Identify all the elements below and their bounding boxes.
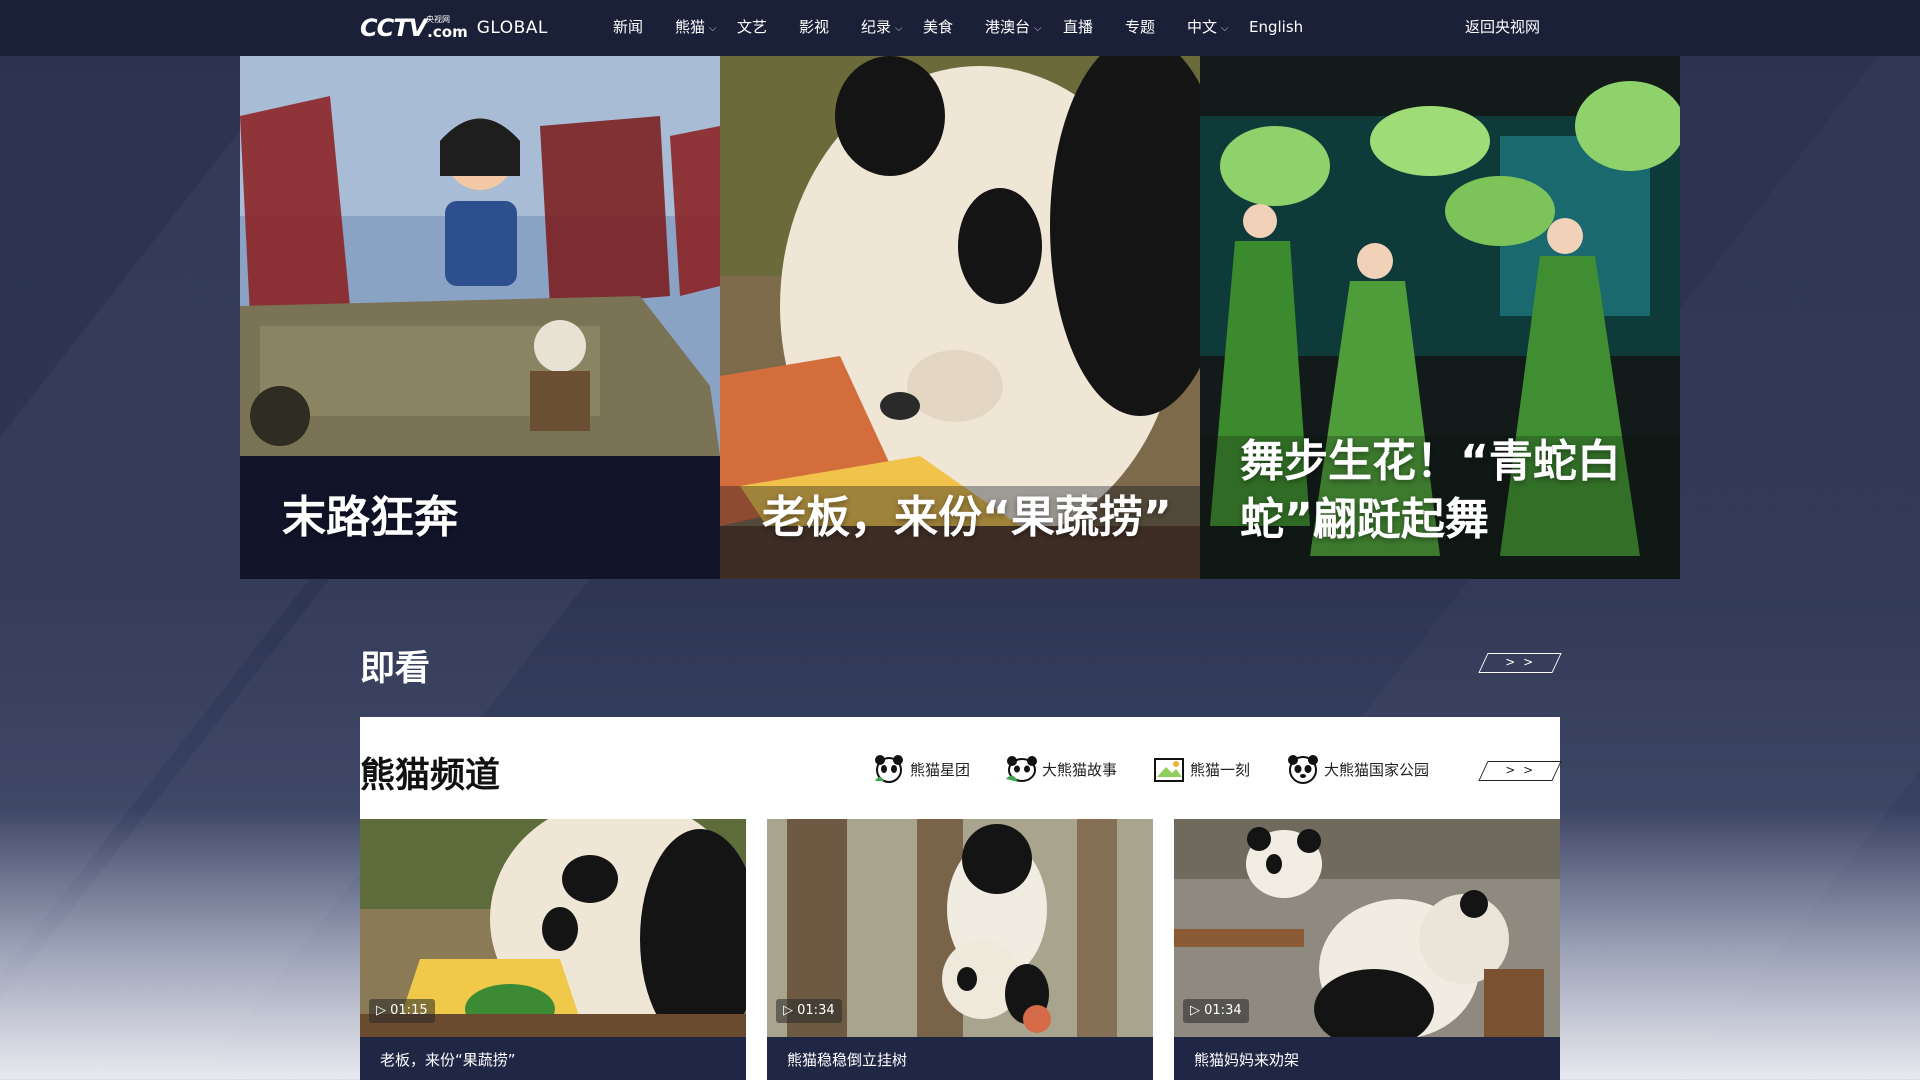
nav-item-hk-macao-taiwan[interactable]: 港澳台 ⌵ xyxy=(985,16,1042,41)
play-icon: ▷ xyxy=(376,1003,386,1018)
subnav-label: 熊猫星团 xyxy=(910,760,971,779)
hero-title: 末路狂奔 xyxy=(282,492,458,543)
nav-item-english[interactable]: English xyxy=(1249,16,1303,38)
nav-item-food[interactable]: 美食 xyxy=(923,16,953,38)
video-card[interactable]: ▷ 01:15 老板，来份“果蔬捞” xyxy=(360,819,746,1080)
logo-global: GLOBAL xyxy=(476,18,548,38)
nav-item-chinese[interactable]: 中文 ⌵ xyxy=(1187,16,1229,41)
subnav-label: 大熊猫故事 xyxy=(1042,760,1118,779)
nav-item-live[interactable]: 直播 xyxy=(1063,16,1093,38)
subnav-label: 大熊猫国家公园 xyxy=(1324,760,1430,779)
nav-item-panda[interactable]: 熊猫 ⌵ xyxy=(675,16,717,41)
video-duration-badge: ▷ 01:34 xyxy=(776,999,842,1023)
play-icon: ▷ xyxy=(1190,1003,1200,1018)
video-duration-badge: ▷ 01:15 xyxy=(369,999,435,1023)
hero-title: 老板，来份“果蔬捞” xyxy=(762,492,1172,543)
logo-com: .com xyxy=(427,23,468,41)
panda-channel-title: 熊猫频道 xyxy=(360,756,501,796)
video-caption: 熊猫妈妈来劝架 xyxy=(1194,1051,1300,1069)
more-label: > > xyxy=(1505,655,1536,669)
panda-subnav-national-park[interactable]: 大熊猫国家公园 xyxy=(1286,753,1429,785)
chevron-down-icon: ⌵ xyxy=(709,23,717,34)
panda-photo-icon xyxy=(1154,758,1184,782)
hero-title: 舞步生花！“青蛇白蛇”翩跹起舞 xyxy=(1240,436,1621,545)
nav-item-topics[interactable]: 专题 xyxy=(1125,16,1155,38)
hero-banner-3[interactable]: 舞步生花！“青蛇白蛇”翩跹起舞 xyxy=(1200,56,1680,579)
cctv-global-logo[interactable]: CCTV .com 央视网 GLOBAL xyxy=(360,8,548,48)
video-card[interactable]: ▷ 01:34 熊猫妈妈来劝架 xyxy=(1174,819,1560,1080)
subnav-label: 熊猫一刻 xyxy=(1190,760,1251,779)
panda-channel-more-button[interactable]: > > xyxy=(1478,761,1562,781)
chevron-down-icon: ⌵ xyxy=(1221,23,1229,34)
video-caption: 熊猫稳稳倒立挂树 xyxy=(787,1051,908,1069)
video-caption: 老板，来份“果蔬捞” xyxy=(380,1051,516,1069)
video-card[interactable]: ▷ 01:34 熊猫稳稳倒立挂树 xyxy=(767,819,1153,1080)
panda-subnav-stars[interactable]: 熊猫星团 xyxy=(872,753,970,785)
nav-item-news[interactable]: 新闻 xyxy=(613,16,643,38)
chevron-down-icon: ⌵ xyxy=(1034,23,1042,34)
play-icon: ▷ xyxy=(783,1003,793,1018)
panda-subnav-stories[interactable]: 大熊猫故事 xyxy=(1004,753,1117,785)
hero-banner-1[interactable]: 末路狂奔 xyxy=(240,56,720,579)
jikan-more-button[interactable]: > > xyxy=(1478,653,1562,673)
top-navigation-bar: CCTV .com 央视网 GLOBAL 新闻 熊猫 ⌵ 文艺 影视 纪录 ⌵ 美食… xyxy=(0,0,1920,56)
logo-mark: CCTV xyxy=(360,14,427,42)
logo-sub: 央视网 xyxy=(426,15,450,24)
panda-park-icon xyxy=(1288,755,1318,784)
return-to-cctv-link[interactable]: 返回央视网 xyxy=(1465,16,1540,38)
nav-item-documentary[interactable]: 纪录 ⌵ xyxy=(861,16,903,41)
panda-channel-panel: 熊猫频道 熊猫星团 大熊猫故事 熊猫一刻 大熊猫国家公园 > > ▷ 01:15… xyxy=(360,717,1562,1080)
video-duration-badge: ▷ 01:34 xyxy=(1183,999,1249,1023)
chevron-down-icon: ⌵ xyxy=(895,23,903,34)
panda-subnav-moment[interactable]: 熊猫一刻 xyxy=(1152,753,1250,785)
nav-item-film[interactable]: 影视 xyxy=(799,16,829,38)
panda-story-icon xyxy=(1006,756,1037,782)
section-title-jikan: 即看 xyxy=(360,649,431,689)
nav-item-arts[interactable]: 文艺 xyxy=(737,16,767,38)
more-label: > > xyxy=(1505,763,1536,777)
hero-banner-2[interactable]: 老板，来份“果蔬捞” xyxy=(720,56,1200,579)
panda-face-icon xyxy=(875,755,903,783)
